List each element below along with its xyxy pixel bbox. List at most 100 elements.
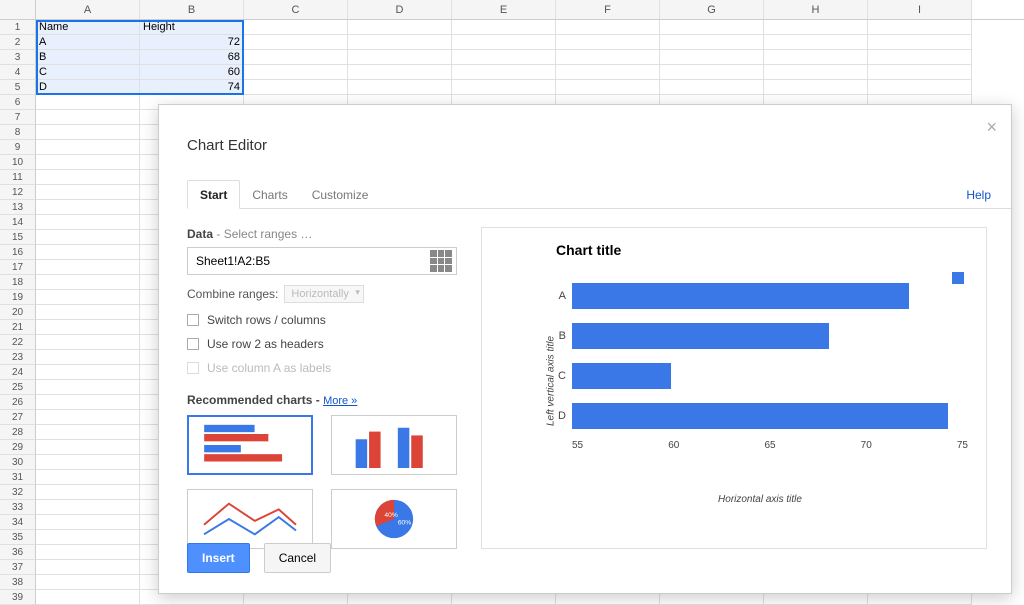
cell[interactable] (556, 80, 660, 95)
cell[interactable] (660, 65, 764, 80)
cell[interactable] (348, 50, 452, 65)
cell[interactable] (556, 20, 660, 35)
row-header[interactable]: 26 (0, 395, 36, 410)
cell[interactable] (348, 35, 452, 50)
row-header[interactable]: 12 (0, 185, 36, 200)
help-link[interactable]: Help (966, 188, 991, 208)
cell[interactable] (452, 50, 556, 65)
cell[interactable] (660, 50, 764, 65)
row-header[interactable]: 5 (0, 80, 36, 95)
cell[interactable] (764, 50, 868, 65)
cell[interactable] (36, 485, 140, 500)
col-header-G[interactable]: G (660, 0, 764, 19)
cell[interactable] (868, 65, 972, 80)
cell[interactable] (36, 125, 140, 140)
cell[interactable] (452, 35, 556, 50)
cell[interactable] (868, 35, 972, 50)
row-header[interactable]: 11 (0, 170, 36, 185)
row-header[interactable]: 3 (0, 50, 36, 65)
cell[interactable] (36, 470, 140, 485)
row-header[interactable]: 16 (0, 245, 36, 260)
cell[interactable]: 68 (140, 50, 244, 65)
tab-charts[interactable]: Charts (240, 181, 299, 208)
row-header[interactable]: 2 (0, 35, 36, 50)
row-header[interactable]: 22 (0, 335, 36, 350)
row-header[interactable]: 24 (0, 365, 36, 380)
cell[interactable] (244, 80, 348, 95)
cell[interactable] (556, 65, 660, 80)
tab-start[interactable]: Start (187, 180, 240, 209)
cell[interactable] (36, 140, 140, 155)
cell[interactable]: C (36, 65, 140, 80)
row-header[interactable]: 23 (0, 350, 36, 365)
row-header[interactable]: 19 (0, 290, 36, 305)
cell[interactable] (556, 50, 660, 65)
row-header[interactable]: 14 (0, 215, 36, 230)
cell[interactable] (36, 170, 140, 185)
range-input[interactable] (188, 254, 430, 268)
cell[interactable] (36, 320, 140, 335)
row-header[interactable]: 27 (0, 410, 36, 425)
cell[interactable] (36, 155, 140, 170)
cell[interactable] (868, 20, 972, 35)
cell[interactable]: 72 (140, 35, 244, 50)
tab-customize[interactable]: Customize (300, 181, 381, 208)
cell[interactable] (764, 20, 868, 35)
cell[interactable] (452, 80, 556, 95)
row-header[interactable]: 8 (0, 125, 36, 140)
col-header-E[interactable]: E (452, 0, 556, 19)
cell[interactable] (348, 80, 452, 95)
cell[interactable] (36, 575, 140, 590)
col-header-B[interactable]: B (140, 0, 244, 19)
cell[interactable] (36, 365, 140, 380)
col-header-H[interactable]: H (764, 0, 868, 19)
rec-chart-hbar[interactable] (187, 415, 313, 475)
row-header[interactable]: 30 (0, 455, 36, 470)
cell[interactable] (36, 290, 140, 305)
cell[interactable] (36, 110, 140, 125)
select-all-corner[interactable] (0, 0, 36, 19)
cell[interactable] (348, 65, 452, 80)
cell[interactable]: B (36, 50, 140, 65)
row-header[interactable]: 37 (0, 560, 36, 575)
col-header-D[interactable]: D (348, 0, 452, 19)
close-icon[interactable]: × (986, 117, 997, 138)
row-header[interactable]: 34 (0, 515, 36, 530)
cell[interactable] (36, 215, 140, 230)
row-header[interactable]: 28 (0, 425, 36, 440)
switch-rows-checkbox[interactable]: Switch rows / columns (187, 313, 457, 327)
row-header[interactable]: 31 (0, 470, 36, 485)
row-header[interactable]: 13 (0, 200, 36, 215)
cell[interactable] (36, 380, 140, 395)
cell[interactable]: D (36, 80, 140, 95)
row-header[interactable]: 10 (0, 155, 36, 170)
row-header[interactable]: 20 (0, 305, 36, 320)
cell[interactable] (36, 305, 140, 320)
cell[interactable] (36, 545, 140, 560)
cell[interactable] (36, 500, 140, 515)
col-header-C[interactable]: C (244, 0, 348, 19)
rec-chart-pie[interactable]: 40% 60% (331, 489, 457, 549)
select-range-icon[interactable] (430, 250, 452, 272)
cell[interactable] (660, 80, 764, 95)
cell[interactable] (36, 455, 140, 470)
row-header[interactable]: 7 (0, 110, 36, 125)
cell[interactable]: Height (140, 20, 244, 35)
cell[interactable] (36, 410, 140, 425)
row-header[interactable]: 32 (0, 485, 36, 500)
cell[interactable] (348, 20, 452, 35)
cell[interactable] (36, 245, 140, 260)
cell[interactable] (244, 65, 348, 80)
cell[interactable] (244, 35, 348, 50)
cell[interactable] (36, 200, 140, 215)
cell[interactable]: 60 (140, 65, 244, 80)
row-header[interactable]: 35 (0, 530, 36, 545)
more-link[interactable]: More » (323, 395, 357, 407)
cell[interactable]: A (36, 35, 140, 50)
combine-ranges-select[interactable]: Horizontally (284, 285, 363, 303)
cell[interactable] (660, 35, 764, 50)
cell[interactable] (36, 230, 140, 245)
cell[interactable]: Name (36, 20, 140, 35)
row-header[interactable]: 25 (0, 380, 36, 395)
cell[interactable] (764, 80, 868, 95)
